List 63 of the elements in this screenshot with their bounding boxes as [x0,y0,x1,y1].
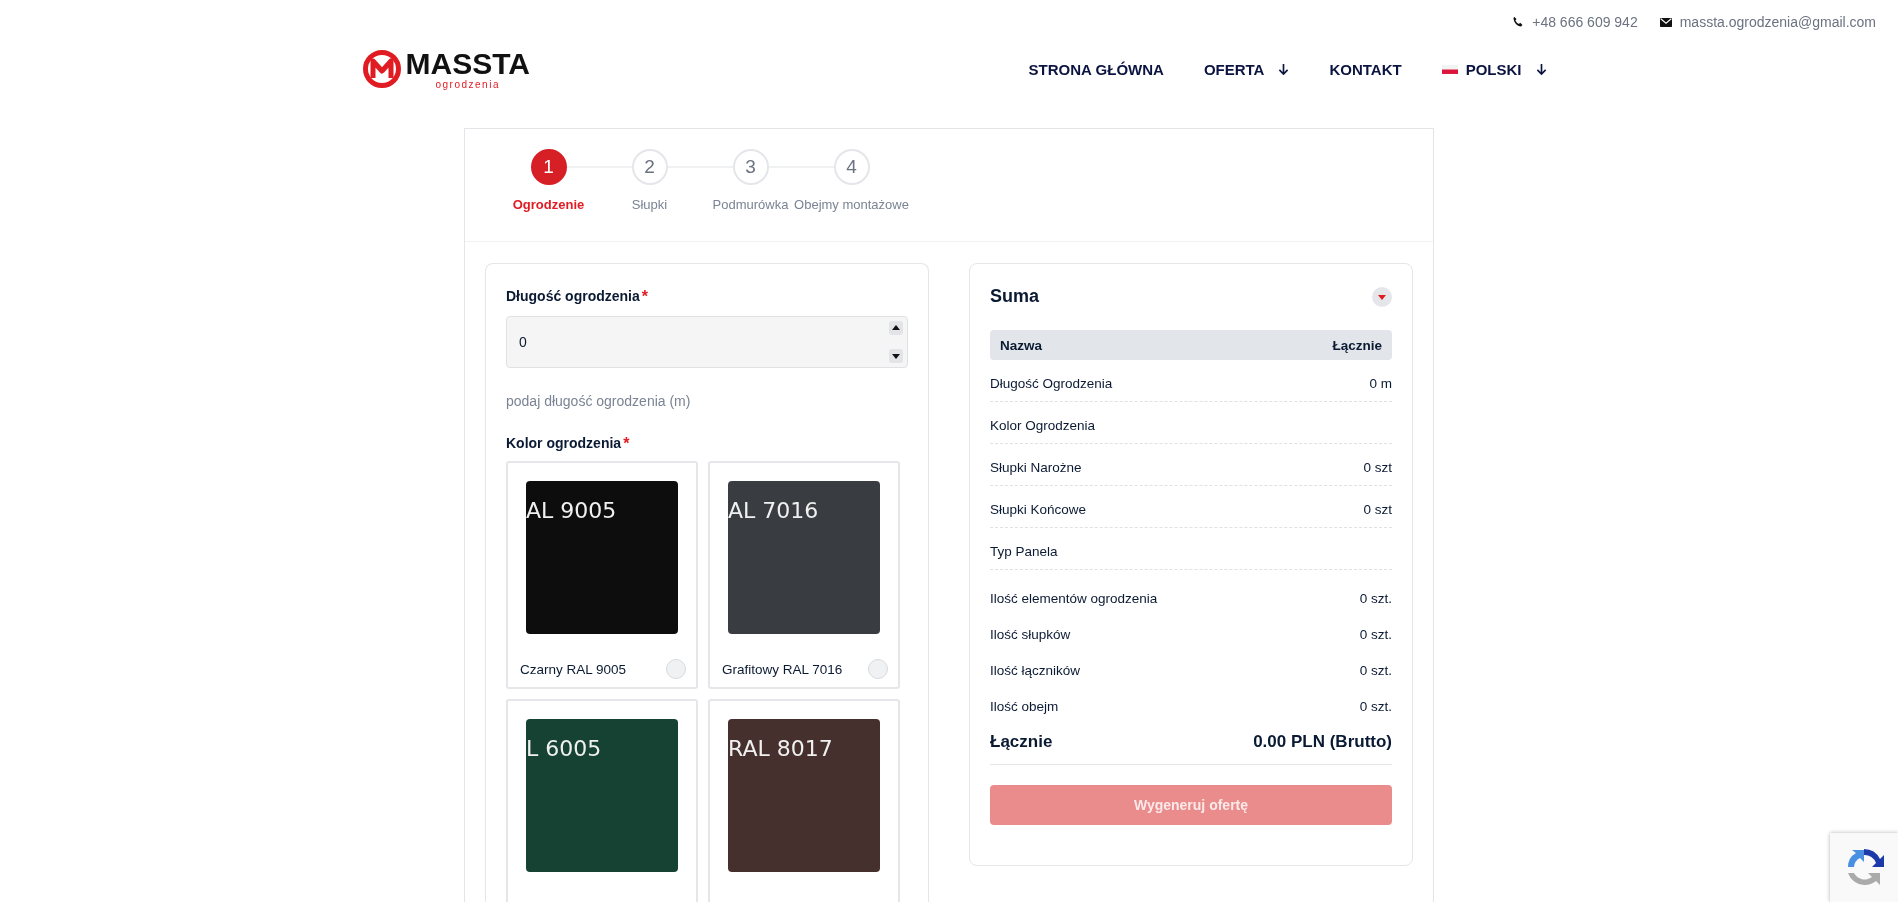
step-label[interactable]: Podmurówka [712,197,789,212]
color-name: Grafitowy RAL 7016 [722,661,843,677]
column-header: Nazwa [1000,337,1043,353]
logo-tagline: ogrodzenia [435,79,500,90]
count-value: 0 szt. [1359,590,1392,606]
summary-item-name: Słupki Końcowe [990,502,1087,517]
field-label: Kolor ogrodzenia [506,435,622,453]
summary-item-value: 0 szt [1363,502,1392,517]
step-circle[interactable]: 2 [631,149,668,185]
nav-link[interactable]: KONTAKT [1329,60,1402,78]
collapse-toggle-icon[interactable] [1372,286,1392,307]
nav-link[interactable]: OFERTA [1203,60,1265,78]
summary-title: Suma [990,286,1040,307]
recaptcha-icon[interactable] [1830,833,1898,902]
summary-item-value: 0 szt [1363,460,1392,475]
summary-item-name: Słupki Narożne [990,460,1082,475]
radio-button[interactable] [666,659,686,679]
color-name: Czarny RAL 9005 [520,661,627,677]
radio-button[interactable] [868,659,888,679]
count-name: Ilość łączników [990,662,1081,678]
required-mark: * [623,435,630,453]
count-name: Ilość słupków [990,626,1071,642]
step-circle[interactable]: 1 [530,149,567,185]
step-circle[interactable]: 3 [732,149,769,185]
color-option-card[interactable]: L 6005 [506,699,698,902]
summary-item-name: Długość Ogrodzenia [990,376,1113,391]
length-input-field[interactable]: 0 [506,316,908,368]
logo-wordmark[interactable]: MASSTA [405,48,530,79]
step-label[interactable]: Obejmy montażowe [794,197,909,212]
count-value: 0 szt. [1359,698,1392,714]
count-value: 0 szt. [1359,662,1392,678]
step-label[interactable]: Słupki [631,197,668,212]
step-label[interactable]: Ogrodzenie [512,197,585,212]
column-header: Łącznie [1332,337,1382,353]
swatch-text: RAL 8017 [728,736,833,761]
email-address[interactable]: massta.ogrodzenia@gmail.com [1679,14,1876,30]
summary-item-name: Kolor Ogrodzenia [990,418,1096,433]
phone-icon [1512,16,1525,28]
color-option-card[interactable]: AL 9005 Czarny RAL 9005 [506,461,698,689]
color-option-card[interactable]: RAL 8017 [708,699,900,902]
field-hint: podaj długość ogrodzenia (m) [506,393,692,409]
step-circle[interactable]: 4 [833,149,870,185]
nav-link[interactable]: STRONA GŁÓWNA [1028,60,1164,78]
count-name: Ilość obejm [990,698,1059,714]
envelope-icon [1659,17,1672,27]
logo-icon[interactable] [361,49,402,89]
swatch-text: AL 7016 [728,498,819,523]
arrow-down-icon[interactable] [1535,62,1547,76]
arrow-down-icon[interactable] [1278,62,1290,76]
summary-item-name: Typ Panela [990,544,1058,559]
swatch-text: AL 9005 [526,498,617,523]
phone-number[interactable]: +48 666 609 942 [1532,14,1638,30]
nav-link[interactable]: POLSKI [1465,60,1522,78]
count-name: Ilość elementów ogrodzenia [990,590,1158,606]
total-label: Łącznie [990,732,1053,752]
field-label: Długość ogrodzenia [506,288,640,306]
flag-icon [1441,64,1458,74]
count-value: 0 szt. [1359,626,1392,642]
summary-item-value: 0 m [1369,376,1392,391]
color-option-card[interactable]: AL 7016 Grafitowy RAL 7016 [708,461,900,689]
swatch-text: L 6005 [526,736,602,761]
required-mark: * [641,288,649,306]
total-value: 0.00 PLN (Brutto) [1253,732,1392,752]
